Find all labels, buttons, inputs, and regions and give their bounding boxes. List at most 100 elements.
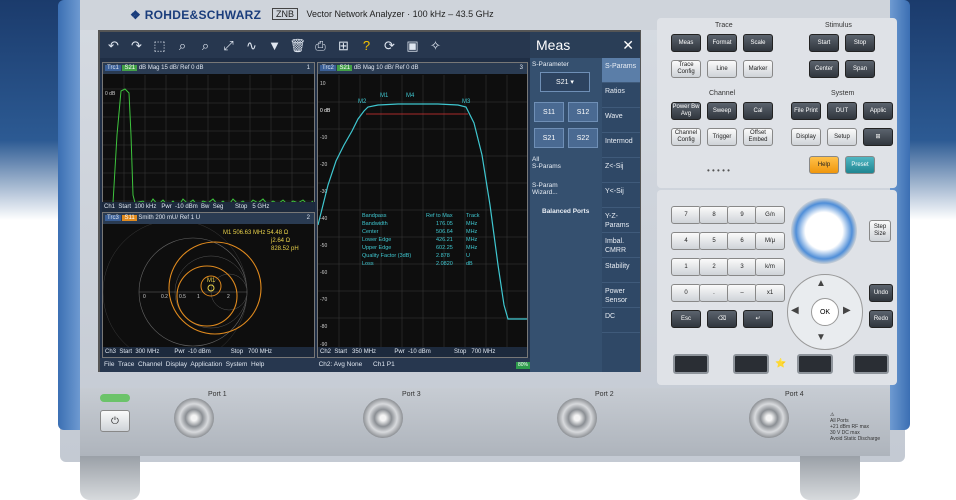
key-1[interactable]: 1 <box>671 258 701 276</box>
key-0[interactable]: 0 <box>671 284 701 302</box>
sweep-key[interactable]: Sweep <box>707 102 737 120</box>
zoom-area-icon[interactable]: ⬚ <box>150 36 169 55</box>
applic-key[interactable]: Applic <box>863 102 893 120</box>
key-2[interactable]: 2 <box>699 258 729 276</box>
step-size-key[interactable]: Step Size <box>869 220 891 242</box>
help-key[interactable]: Help <box>809 156 839 174</box>
file-print-key[interactable]: File Print <box>791 102 821 120</box>
preset-key[interactable]: Preset <box>845 156 875 174</box>
undo-key[interactable]: Undo <box>869 284 893 302</box>
key-7[interactable]: 7 <box>671 206 701 224</box>
svg-text:506.64: 506.64 <box>436 229 453 235</box>
tab-y-z-params[interactable]: Y-Z-Params <box>602 208 640 233</box>
key-3[interactable]: 3 <box>727 258 757 276</box>
tab-ratios[interactable]: Ratios <box>602 83 640 108</box>
scale-key[interactable]: Scale <box>743 34 773 52</box>
setup-key[interactable]: Setup <box>827 128 857 146</box>
print-icon[interactable]: ⎙ <box>311 36 330 55</box>
key-m-u[interactable]: M/μ <box>755 232 785 250</box>
line-key[interactable]: Line <box>707 60 737 78</box>
zoom-icon[interactable]: ⌕ <box>173 36 192 55</box>
menu-status-bar[interactable]: File Trace Channel Display Application S… <box>100 358 530 372</box>
meas-softtool-panel: Meas ✕ S-Parameter S21 ▾ S11 S12 S21 S22… <box>530 32 640 372</box>
windows-key[interactable]: ⊞ <box>863 128 893 146</box>
redo-key[interactable]: Redo <box>869 310 893 328</box>
trigger-key[interactable]: Trigger <box>707 128 737 146</box>
meas-panel-content: S-Parameter S21 ▾ S11 S12 S21 S22 All S-… <box>530 58 602 372</box>
close-icon[interactable]: ✕ <box>622 32 634 58</box>
key-4[interactable]: 4 <box>671 232 701 250</box>
arrow-up-icon[interactable]: ▲ <box>816 278 826 289</box>
tab-s-params[interactable]: S-Params <box>602 58 640 83</box>
ytick-10: 10 <box>320 81 326 87</box>
tab-intermod[interactable]: Intermod <box>602 133 640 158</box>
power-button[interactable]: ⏻ <box>100 410 130 432</box>
arrow-right-icon[interactable]: ▶ <box>843 305 851 316</box>
delete-icon[interactable]: 🗑 <box>288 36 307 55</box>
svg-text:Loss: Loss <box>362 261 374 267</box>
svg-text:426.21: 426.21 <box>436 237 453 243</box>
center-key[interactable]: Center <box>809 60 839 78</box>
fullscreen-icon[interactable]: ⤢ <box>219 36 238 55</box>
svg-text:Upper Edge: Upper Edge <box>362 245 391 251</box>
tab-imbal-cmrr[interactable]: Imbal. CMRR <box>602 233 640 258</box>
key-x1[interactable]: x1 <box>755 284 785 302</box>
backspace-key[interactable]: ⌫ <box>707 310 737 328</box>
power-bw-avg-key[interactable]: Power Bw Avg <box>671 102 701 120</box>
arrow-down-icon[interactable]: ▼ <box>816 332 826 343</box>
esc-key[interactable]: Esc <box>671 310 701 328</box>
tab-stability[interactable]: Stability <box>602 258 640 283</box>
stop-key[interactable]: Stop <box>845 34 875 52</box>
tab-wave[interactable]: Wave <box>602 108 640 133</box>
key-8[interactable]: 8 <box>699 206 729 224</box>
add-trace-icon[interactable]: ∿ <box>242 36 261 55</box>
diagram-3[interactable]: Trc3 S11 Smith 200 mU/ Ref 1 U 2 0 0.2 0… <box>102 212 315 358</box>
format-key[interactable]: Format <box>707 34 737 52</box>
s-param-selector[interactable]: S21 ▾ <box>540 72 590 92</box>
offset-embed-key[interactable]: Offset Embed <box>743 128 773 146</box>
svg-text:MHz: MHz <box>466 221 478 227</box>
tab-z-sij[interactable]: Z<-Sij <box>602 158 640 183</box>
span-key[interactable]: Span <box>845 60 875 78</box>
zoom-out-icon[interactable]: ⌕ <box>196 36 215 55</box>
s11-button[interactable]: S11 <box>534 102 564 122</box>
add-marker-icon[interactable]: ▼ <box>265 36 284 55</box>
diagram-2[interactable]: Trc2 S21 dB Mag 10 dB/ Ref 0 dB 3 10 0 d… <box>317 62 528 358</box>
key-minus[interactable]: – <box>727 284 757 302</box>
enter-key[interactable]: ↵ <box>743 310 773 328</box>
tab-y-sij[interactable]: Y<-Sij <box>602 183 640 208</box>
s12-button[interactable]: S12 <box>568 102 598 122</box>
key-6[interactable]: 6 <box>727 232 757 250</box>
s22-button[interactable]: S22 <box>568 128 598 148</box>
diagram-3-footer: Ch3 Start 300 MHz Pwr -10 dBm Stop 700 M… <box>103 347 314 357</box>
s21-button[interactable]: S21 <box>534 128 564 148</box>
tab-power-sensor[interactable]: Power Sensor <box>602 283 640 308</box>
key-k-m[interactable]: k/m <box>755 258 785 276</box>
dut-key[interactable]: DUT <box>827 102 857 120</box>
marker-key[interactable]: Marker <box>743 60 773 78</box>
channel-config-key[interactable]: Channel Config <box>671 128 701 146</box>
arrow-left-icon[interactable]: ◀ <box>791 305 799 316</box>
key-5[interactable]: 5 <box>699 232 729 250</box>
model-label: ZNB Vector Network Analyzer · 100 kHz – … <box>272 8 494 20</box>
key-9[interactable]: 9 <box>727 206 757 224</box>
meas-key[interactable]: Meas <box>671 34 701 52</box>
sparam-wizard-button[interactable]: S-Param Wizard... <box>532 182 558 196</box>
help-icon[interactable]: ? <box>357 36 376 55</box>
trace-config-key[interactable]: Trace Config <box>671 60 701 78</box>
start-key[interactable]: Start <box>809 34 839 52</box>
cal-key[interactable]: Cal <box>743 102 773 120</box>
rotary-knob[interactable] <box>791 198 857 264</box>
all-sparams-button[interactable]: All S-Params <box>532 156 561 170</box>
redo-icon[interactable]: ↷ <box>127 36 146 55</box>
wizard-icon[interactable]: ✧ <box>426 36 445 55</box>
undo-icon[interactable]: ↶ <box>104 36 123 55</box>
screenshot-icon[interactable]: ▣ <box>403 36 422 55</box>
ok-key[interactable]: OK <box>811 298 839 326</box>
display-key[interactable]: Display <box>791 128 821 146</box>
refresh-icon[interactable]: ⟳ <box>380 36 399 55</box>
tab-dc[interactable]: DC <box>602 308 640 333</box>
key-dot[interactable]: . <box>699 284 729 302</box>
windows-icon[interactable]: ⊞ <box>334 36 353 55</box>
key-g-n[interactable]: G/n <box>755 206 785 224</box>
